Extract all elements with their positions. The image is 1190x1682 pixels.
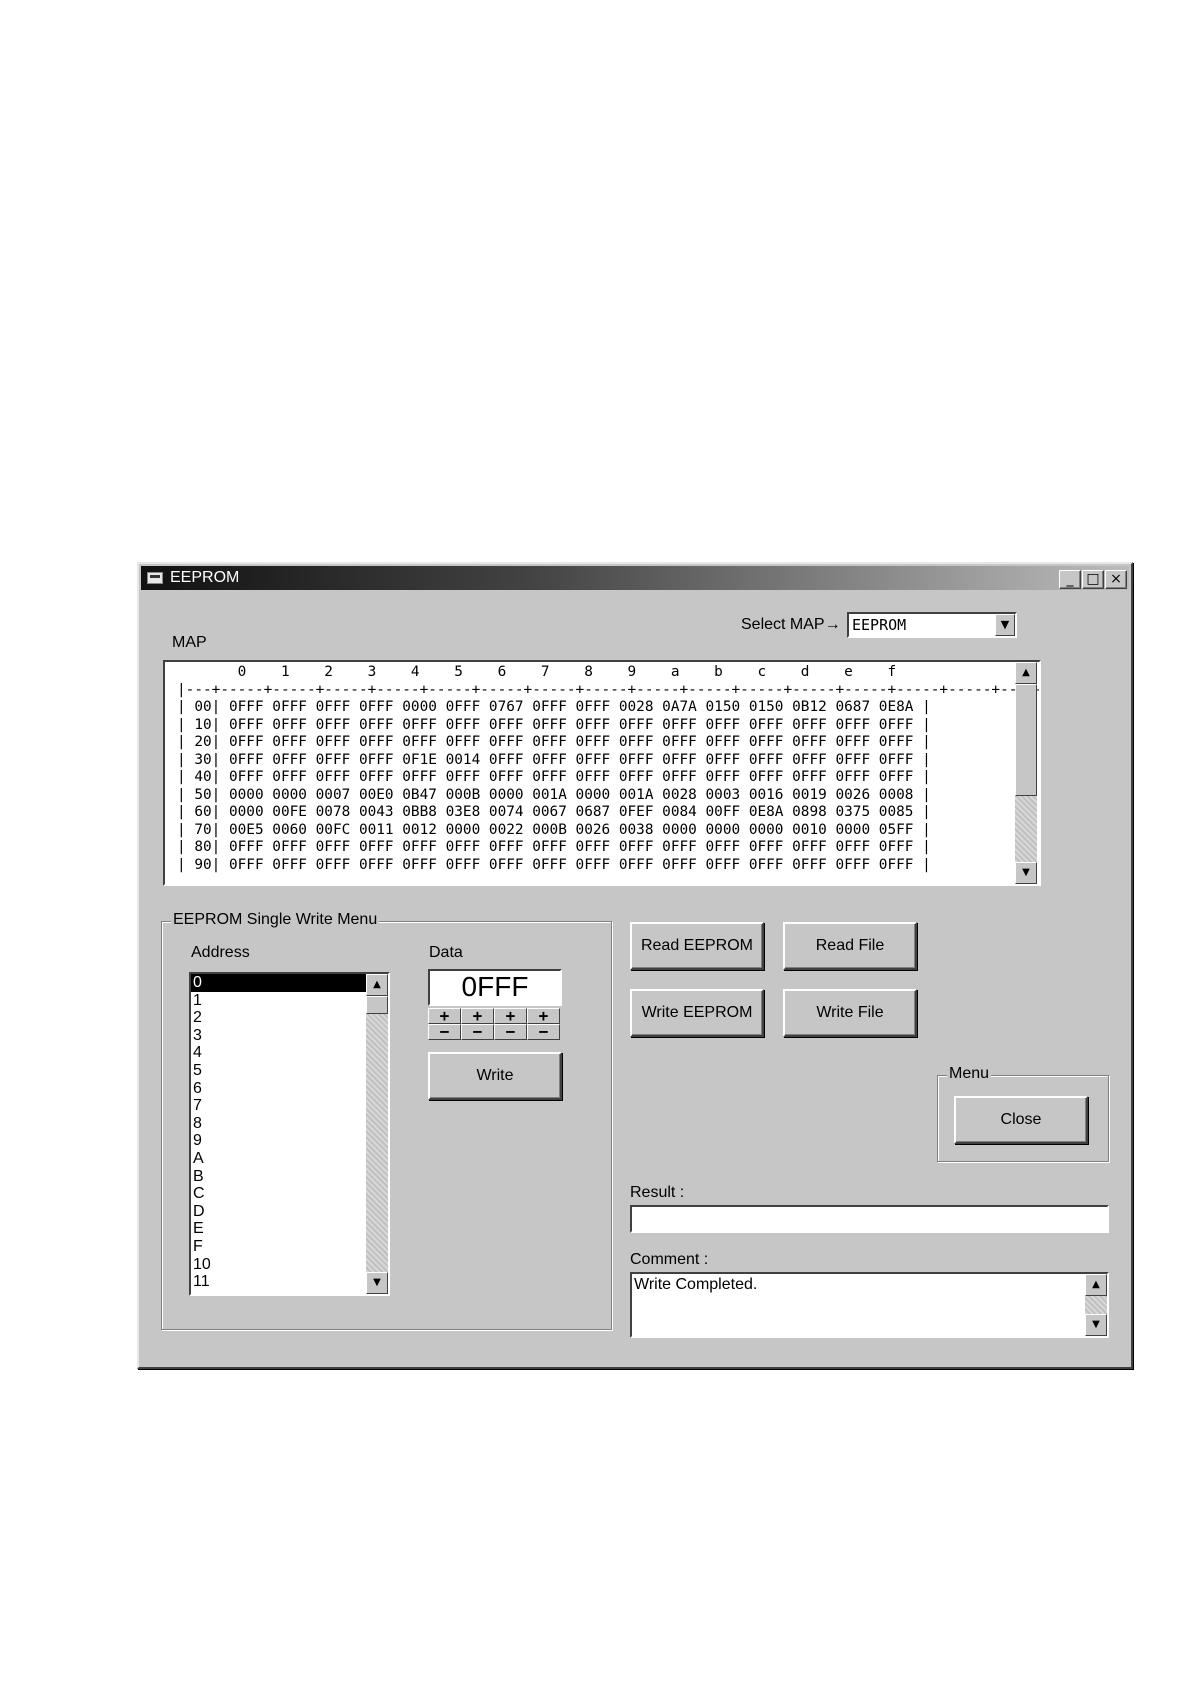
map-row: | 20| 0FFF 0FFF 0FFF 0FFF 0FFF 0FFF 0FFF…	[177, 734, 931, 750]
address-list-item[interactable]: 3	[191, 1027, 366, 1045]
map-table-text: 0 1 2 3 4 5 6 7 8 9 a b c d e f |---+---…	[177, 664, 1041, 874]
window-title: EEPROM	[170, 569, 240, 586]
menu-group: Menu Close	[937, 1065, 1109, 1162]
scroll-thumb[interactable]	[366, 996, 388, 1014]
digit-1-decrement-button[interactable]: −	[428, 1024, 461, 1040]
data-value-display: 0FFF	[428, 969, 562, 1006]
scroll-down-icon[interactable]: ▼	[1085, 1314, 1107, 1336]
comment-label: Comment :	[630, 1251, 709, 1268]
digit-4-decrement-button[interactable]: −	[527, 1024, 560, 1040]
address-list-item[interactable]: C	[191, 1185, 366, 1203]
address-list-item[interactable]: F	[191, 1238, 366, 1256]
map-row: | 10| 0FFF 0FFF 0FFF 0FFF 0FFF 0FFF 0FFF…	[177, 716, 931, 733]
digit-3-decrement-button[interactable]: −	[494, 1024, 527, 1040]
address-list-item[interactable]: 8	[191, 1115, 366, 1133]
map-row: | 50| 0000 0000 0007 00E0 0B47 000B 0000…	[177, 786, 931, 803]
address-list-item[interactable]: E	[191, 1220, 366, 1238]
write-button[interactable]: Write	[428, 1052, 562, 1100]
address-list-item[interactable]: 4	[191, 1044, 366, 1062]
map-row: | 40| 0FFF 0FFF 0FFF 0FFF 0FFF 0FFF 0FFF…	[177, 769, 931, 785]
minimize-button[interactable]: _	[1059, 570, 1081, 589]
scroll-down-icon[interactable]: ▼	[366, 1272, 388, 1294]
maximize-button[interactable]: □	[1082, 570, 1104, 589]
menu-title: Menu	[947, 1065, 992, 1083]
address-list-item[interactable]: 2	[191, 1009, 366, 1027]
close-button[interactable]: Close	[954, 1096, 1088, 1144]
address-list-item[interactable]: B	[191, 1168, 366, 1186]
map-row: | 80| 0FFF 0FFF 0FFF 0FFF 0FFF 0FFF 0FFF…	[177, 839, 931, 855]
address-scrollbar[interactable]: ▲ ▼	[366, 974, 388, 1294]
address-list-item[interactable]: 0	[191, 974, 367, 993]
map-row: | 60| 0000 00FE 0078 0043 0BB8 03E8 0074…	[177, 804, 931, 820]
map-row: | 30| 0FFF 0FFF 0FFF 0FFF 0F1E 0014 0FFF…	[177, 751, 931, 768]
comment-scrollbar[interactable]: ▲ ▼	[1085, 1274, 1107, 1336]
address-list-item[interactable]: 6	[191, 1080, 366, 1098]
single-write-title: EEPROM Single Write Menu	[171, 911, 380, 929]
map-separator: |---+-----+-----+-----+-----+-----+-----…	[177, 681, 1041, 698]
scroll-up-icon[interactable]: ▲	[1015, 662, 1037, 684]
address-label: Address	[191, 944, 250, 961]
result-field[interactable]	[630, 1205, 1109, 1233]
map-select-value: EEPROM	[852, 616, 907, 634]
dropdown-arrow-icon[interactable]: ▼	[995, 614, 1015, 636]
address-list-item[interactable]: 1	[191, 992, 366, 1010]
write-eeprom-button[interactable]: Write EEPROM	[630, 989, 764, 1037]
scroll-up-icon[interactable]: ▲	[366, 974, 388, 996]
address-list-item[interactable]: 9	[191, 1132, 366, 1150]
map-table[interactable]: 0 1 2 3 4 5 6 7 8 9 a b c d e f |---+---…	[163, 660, 1041, 886]
write-file-button[interactable]: Write File	[783, 989, 917, 1037]
address-list-item[interactable]: 7	[191, 1097, 366, 1115]
map-row: | 00| 0FFF 0FFF 0FFF 0FFF 0000 0FFF 0767…	[177, 699, 931, 715]
comment-text: Write Completed.	[634, 1276, 758, 1293]
map-row: | 90| 0FFF 0FFF 0FFF 0FFF 0FFF 0FFF 0FFF…	[177, 856, 931, 873]
scroll-down-icon[interactable]: ▼	[1015, 862, 1037, 884]
map-label: MAP	[172, 634, 207, 651]
address-list-item[interactable]: A	[191, 1150, 366, 1168]
select-map-label: Select MAP→	[741, 616, 841, 633]
eeprom-window: EEPROM _ □ × Select MAP→ EEPROM ▼ MAP 0 …	[137, 562, 1133, 1369]
digit-2-decrement-button[interactable]: −	[461, 1024, 494, 1040]
comment-field[interactable]: Write Completed. ▲ ▼	[630, 1272, 1109, 1338]
address-list-item[interactable]: 5	[191, 1062, 366, 1080]
address-list: 0 1 2 3 4 5 6 7 8 9 A B C D E F 10 11	[191, 974, 367, 1291]
read-file-button[interactable]: Read File	[783, 922, 917, 970]
address-list-item[interactable]: D	[191, 1203, 366, 1221]
address-list-item[interactable]: 10	[191, 1256, 366, 1274]
title-bar[interactable]: EEPROM _ □ ×	[141, 566, 1129, 590]
map-row: | 70| 00E5 0060 00FC 0011 0012 0000 0022…	[177, 821, 931, 838]
read-eeprom-button[interactable]: Read EEPROM	[630, 922, 764, 970]
map-select[interactable]: EEPROM ▼	[847, 612, 1017, 638]
map-scrollbar[interactable]: ▲ ▼	[1015, 662, 1037, 884]
address-listbox[interactable]: 0 1 2 3 4 5 6 7 8 9 A B C D E F 10 11 ▲ ▼	[189, 972, 390, 1296]
scroll-thumb[interactable]	[1015, 684, 1037, 796]
address-list-item[interactable]: 11	[191, 1273, 366, 1291]
single-write-group: EEPROM Single Write Menu Address 0123456…	[161, 911, 612, 1330]
map-column-header: 0 1 2 3 4 5 6 7 8 9 a b c d e f	[177, 664, 914, 680]
data-label: Data	[429, 944, 463, 961]
scroll-up-icon[interactable]: ▲	[1085, 1274, 1107, 1296]
window-icon	[147, 572, 163, 584]
close-window-button[interactable]: ×	[1105, 570, 1127, 589]
result-label: Result :	[630, 1184, 685, 1201]
